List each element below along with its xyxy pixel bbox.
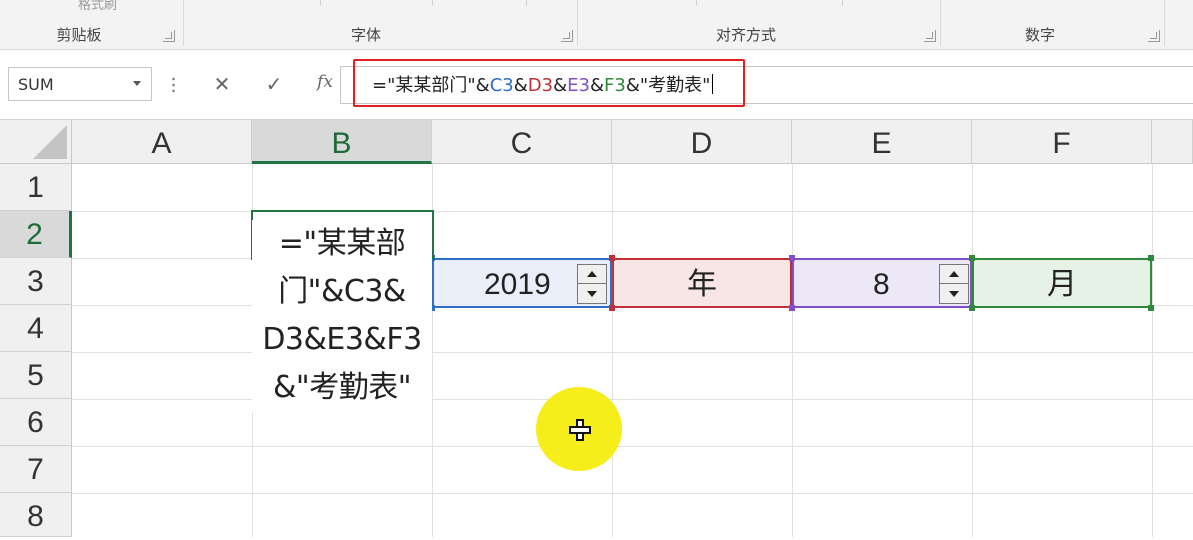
row-header-8[interactable]: 8 bbox=[0, 493, 72, 537]
gridline bbox=[1152, 164, 1153, 537]
spinner-up-icon[interactable] bbox=[578, 265, 606, 284]
year-spinner[interactable] bbox=[577, 264, 607, 304]
range-handle[interactable] bbox=[609, 255, 615, 261]
edit-line: ="某某部 bbox=[278, 226, 406, 261]
ribbon-divider bbox=[1164, 0, 1165, 46]
range-handle[interactable] bbox=[609, 305, 615, 311]
column-header-f[interactable]: F bbox=[972, 120, 1152, 164]
cell-d3[interactable]: 年 bbox=[612, 258, 792, 308]
select-all-button[interactable] bbox=[0, 120, 72, 164]
cell-d3-value: 年 bbox=[687, 268, 717, 301]
ribbon-divider bbox=[183, 0, 184, 46]
gridline bbox=[72, 493, 1193, 494]
ribbon-tick bbox=[842, 0, 843, 6]
ribbon-tick bbox=[320, 0, 321, 6]
alignment-launcher-icon[interactable] bbox=[924, 30, 936, 42]
gridline bbox=[72, 446, 1193, 447]
formula-ref-f3: F3 bbox=[604, 75, 626, 96]
formula-part: & bbox=[589, 75, 604, 96]
column-header-d[interactable]: D bbox=[612, 120, 792, 164]
gridline bbox=[72, 211, 1193, 212]
close-icon[interactable]: ✕ bbox=[209, 72, 235, 98]
cell-f3-value: 月 bbox=[1047, 268, 1077, 301]
row-header-1[interactable]: 1 bbox=[0, 164, 72, 211]
clipboard-group-label: 剪贴板 bbox=[56, 26, 102, 44]
gridline bbox=[612, 164, 613, 537]
cell-edit-text[interactable]: ="某某部 门"&C3& D3&E3&F3 &"考勤表" bbox=[252, 220, 432, 412]
cell-select-cursor-icon bbox=[569, 419, 591, 441]
text-caret bbox=[712, 74, 714, 94]
formula-part: &"考勤表" bbox=[625, 75, 711, 96]
row-header-2[interactable]: 2 bbox=[0, 211, 72, 258]
clipboard-launcher-icon[interactable] bbox=[163, 30, 175, 42]
range-handle[interactable] bbox=[1148, 255, 1154, 261]
row-header-6[interactable]: 6 bbox=[0, 399, 72, 446]
column-header-e[interactable]: E bbox=[792, 120, 972, 164]
row-header-7[interactable]: 7 bbox=[0, 446, 72, 493]
formula-part: & bbox=[513, 75, 528, 96]
range-handle[interactable] bbox=[789, 255, 795, 261]
ribbon-tick bbox=[696, 0, 697, 6]
checkmark-icon[interactable]: ✓ bbox=[261, 72, 287, 98]
formula-part: ="某某部门"& bbox=[372, 75, 490, 96]
formula-ref-e3: E3 bbox=[567, 75, 590, 96]
cell-e3-value: 8 bbox=[873, 268, 890, 301]
format-painter-button[interactable]: 格式刷 bbox=[78, 0, 117, 13]
font-launcher-icon[interactable] bbox=[561, 30, 573, 42]
formula-ref-d3: D3 bbox=[527, 75, 554, 96]
ribbon-divider bbox=[577, 0, 578, 46]
range-handle[interactable] bbox=[1148, 305, 1154, 311]
ribbon-divider bbox=[940, 0, 941, 46]
gridline bbox=[72, 399, 1193, 400]
edit-line: D3&E3&F3 bbox=[262, 322, 422, 357]
cell-c3-value: 2019 bbox=[484, 268, 551, 301]
range-handle[interactable] bbox=[969, 255, 975, 261]
column-header-g[interactable] bbox=[1152, 120, 1193, 164]
insert-function-button[interactable]: fx bbox=[312, 72, 338, 98]
number-launcher-icon[interactable] bbox=[1148, 30, 1160, 42]
row-header-3[interactable]: 3 bbox=[0, 258, 72, 305]
name-box[interactable]: SUM bbox=[8, 67, 152, 101]
cell-f3[interactable]: 月 bbox=[972, 258, 1152, 308]
font-group-label: 字体 bbox=[350, 26, 382, 44]
gridline bbox=[792, 164, 793, 537]
gridline bbox=[972, 164, 973, 537]
edit-line: 门"&C3& bbox=[278, 274, 406, 309]
row-header-5[interactable]: 5 bbox=[0, 352, 72, 399]
name-box-value: SUM bbox=[18, 75, 54, 94]
edit-line: &"考勤表" bbox=[273, 370, 412, 405]
range-handle[interactable] bbox=[969, 305, 975, 311]
gridline bbox=[72, 352, 1193, 353]
column-header-c[interactable]: C bbox=[432, 120, 612, 164]
formula-ref-c3: C3 bbox=[489, 75, 514, 96]
chevron-down-icon[interactable] bbox=[133, 81, 141, 86]
month-spinner[interactable] bbox=[939, 264, 969, 304]
ribbon-tick bbox=[526, 0, 527, 6]
spinner-down-icon[interactable] bbox=[940, 285, 968, 304]
drag-handle-icon[interactable] bbox=[172, 76, 175, 92]
formula-bar: SUM ✕ ✓ fx ="某某部门"&C3&D3&E3&F3&"考勤表" bbox=[0, 50, 1193, 120]
spinner-down-icon[interactable] bbox=[578, 285, 606, 304]
worksheet-grid: A B C D E F 1 2 3 4 5 6 7 8 2019 年 8 月 =… bbox=[0, 120, 1193, 537]
range-handle[interactable] bbox=[789, 305, 795, 311]
column-header-b[interactable]: B bbox=[252, 120, 432, 164]
number-group-label: 数字 bbox=[1024, 26, 1056, 44]
formula-text[interactable]: ="某某部门"&C3&D3&E3&F3&"考勤表" bbox=[372, 71, 714, 97]
row-header-4[interactable]: 4 bbox=[0, 305, 72, 352]
column-header-a[interactable]: A bbox=[72, 120, 252, 164]
ribbon: 格式刷 剪贴板 字体 对齐方式 数字 bbox=[0, 0, 1193, 50]
alignment-group-label: 对齐方式 bbox=[715, 26, 777, 44]
spinner-up-icon[interactable] bbox=[940, 265, 968, 284]
formula-part: & bbox=[553, 75, 568, 96]
ribbon-tick bbox=[432, 0, 433, 6]
